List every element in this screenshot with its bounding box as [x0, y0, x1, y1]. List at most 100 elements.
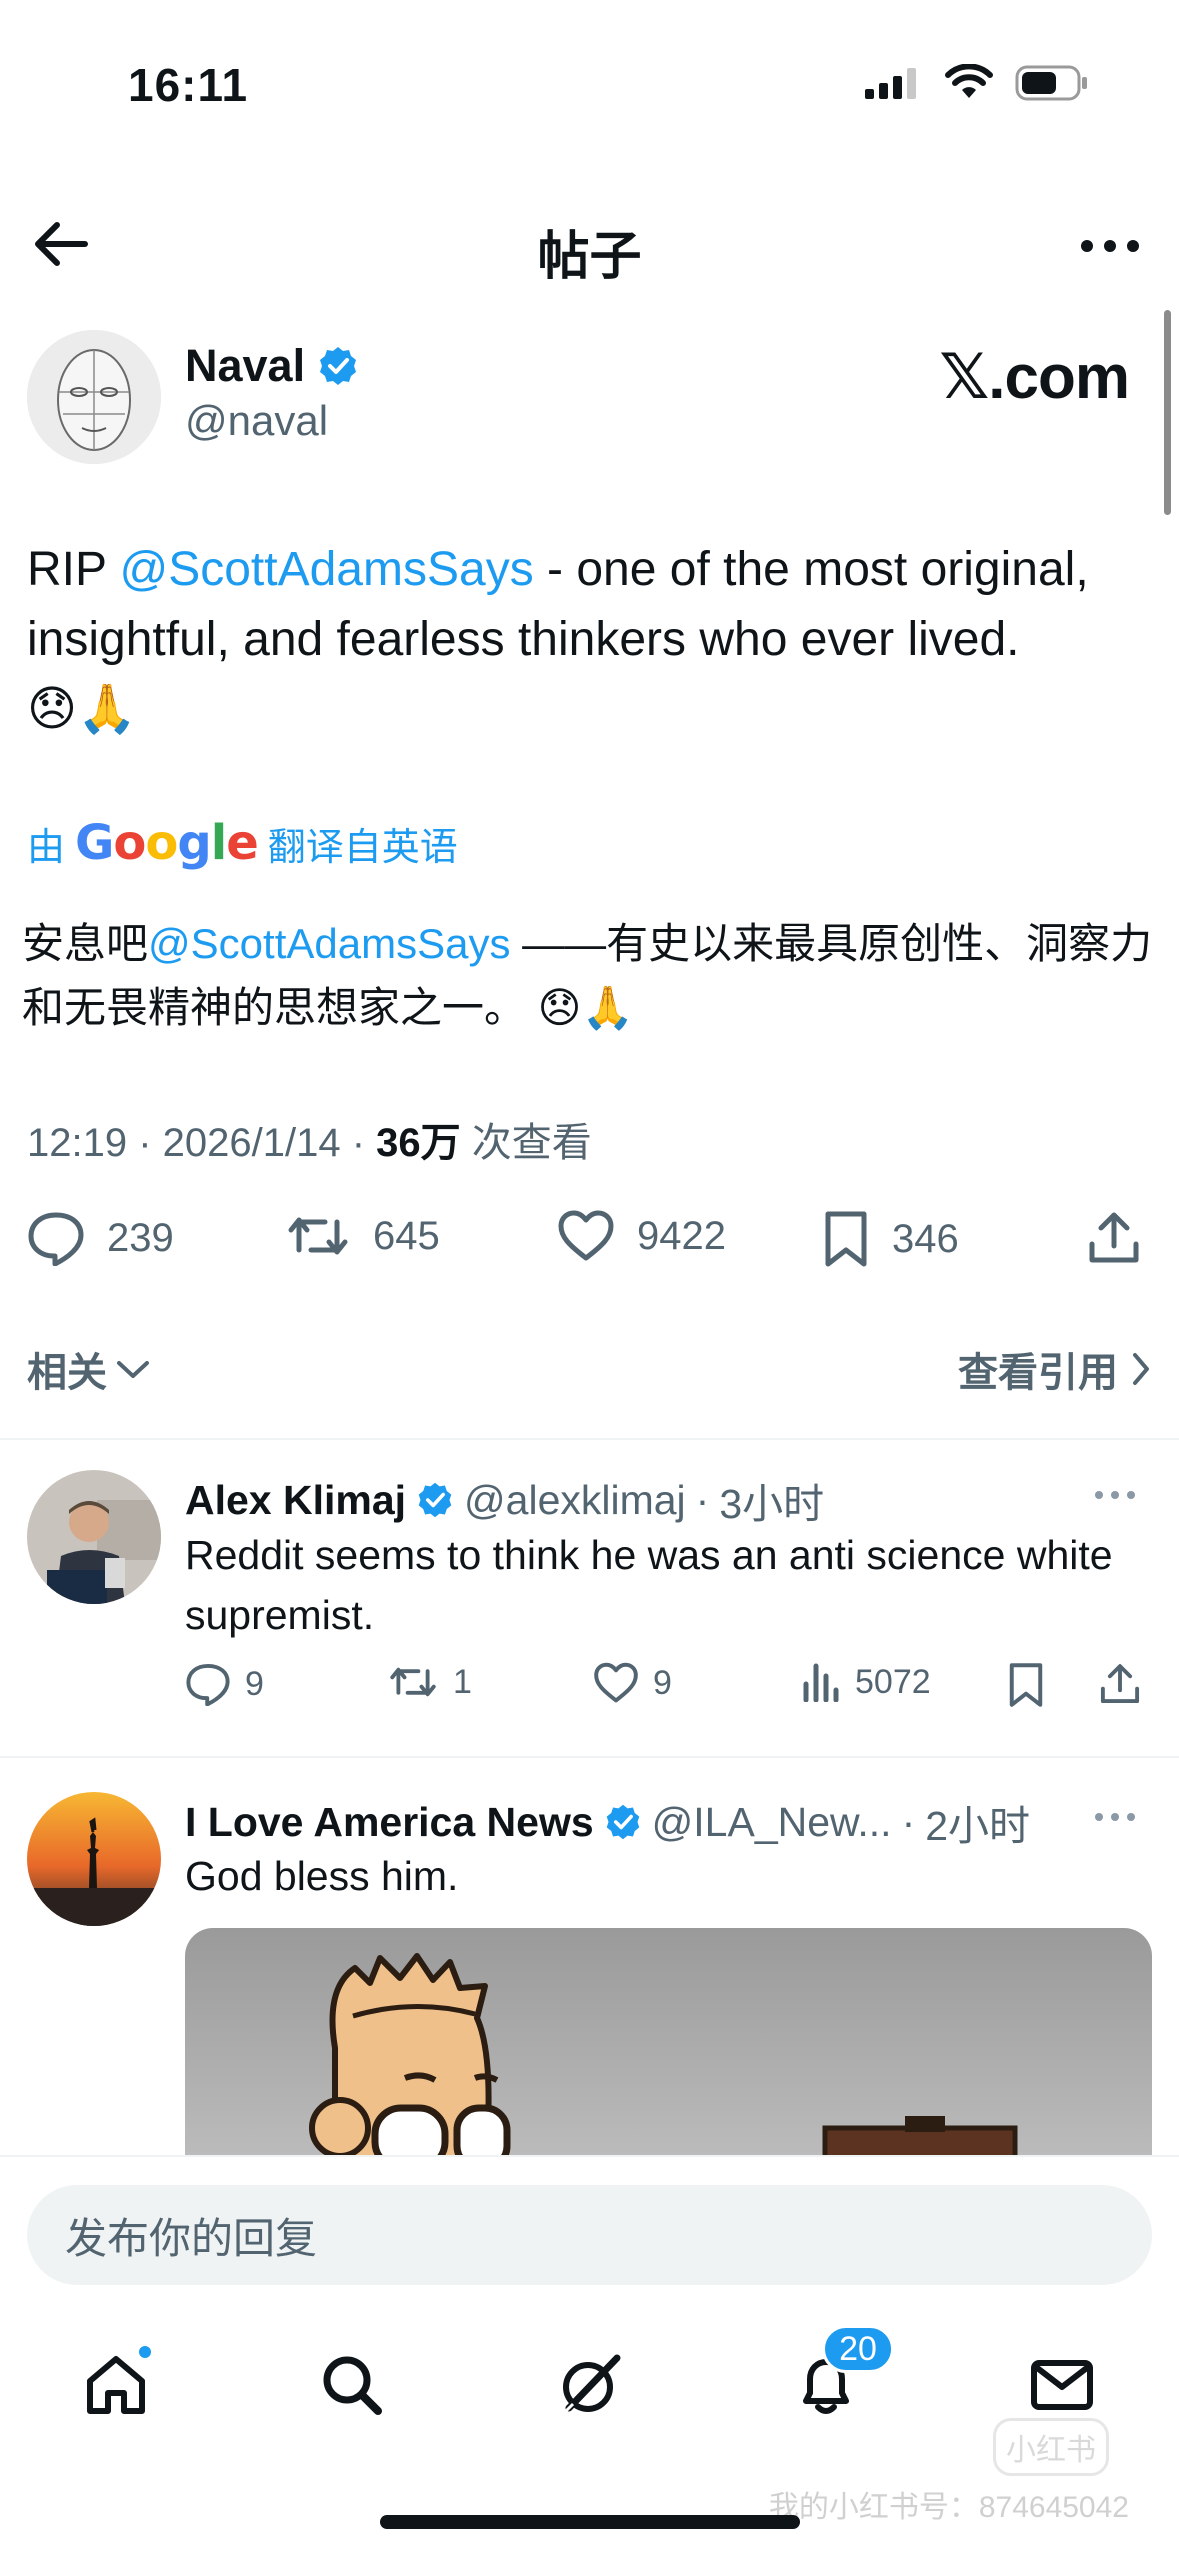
- related-row: 相关 查看引用: [27, 1340, 1152, 1400]
- reply-author-handle[interactable]: @alexklimaj: [464, 1477, 686, 1524]
- notifications-badge: 20: [822, 2325, 894, 2373]
- more-horizontal-icon: [1081, 240, 1139, 252]
- reply-separator: ·: [901, 1798, 916, 1845]
- reply-header: Alex Klimaj @alexklimaj · 3小时: [185, 1470, 824, 1530]
- status-bar: 16:11: [0, 0, 1179, 150]
- reply-repost-action[interactable]: 1: [387, 1662, 472, 1702]
- home-indicator[interactable]: [380, 2515, 800, 2529]
- reply-action[interactable]: 239: [27, 1210, 174, 1266]
- post-views-label: 次查看: [471, 1121, 592, 1165]
- bookmark-icon: [1009, 1663, 1043, 1707]
- author-avatar[interactable]: [27, 330, 161, 464]
- xcom-logo: 𝕏.com: [939, 343, 1130, 412]
- translated-text: 安息吧@ScottAdamsSays ——有史以来最具原创性、洞察力和无畏精神的…: [22, 912, 1162, 1040]
- post-views-count: 36万: [376, 1121, 461, 1165]
- reply-count: 239: [107, 1215, 174, 1260]
- cellular-signal-icon: [865, 68, 916, 99]
- tab-notifications[interactable]: 20: [786, 2325, 894, 2425]
- repost-icon: [288, 1217, 348, 1255]
- status-icons: [863, 64, 1089, 102]
- translate-label: 翻译自英语: [267, 826, 458, 869]
- related-dropdown[interactable]: 相关: [27, 1340, 151, 1398]
- battery-icon: [1015, 65, 1087, 101]
- more-horizontal-icon: [1095, 1813, 1135, 1821]
- reply-views-action[interactable]: 5072: [801, 1662, 931, 1702]
- chevron-down-icon: [117, 1361, 149, 1378]
- page-title: 帖子: [537, 228, 642, 286]
- reply-more-button[interactable]: [1085, 1480, 1145, 1510]
- avatar-statue-of-liberty-image: [27, 1792, 161, 1926]
- reply-author-name[interactable]: I Love America News: [185, 1799, 594, 1846]
- translate-attribution[interactable]: 由 Google 翻译自英语: [27, 815, 458, 871]
- divider: [0, 1438, 1179, 1440]
- tab-search[interactable]: [312, 2345, 392, 2425]
- post-date: 2026/1/14: [162, 1121, 341, 1165]
- reply-icon: [186, 1663, 230, 1706]
- heart-icon: [558, 1210, 614, 1261]
- reply-separator: ·: [695, 1476, 710, 1523]
- bookmark-count: 346: [892, 1216, 959, 1261]
- wifi-icon: [945, 64, 993, 98]
- home-icon: [87, 2356, 145, 2414]
- reply-input[interactable]: 发布你的回复: [27, 2185, 1152, 2285]
- watermark-logo: 小红书: [993, 2418, 1109, 2476]
- tab-home[interactable]: [76, 2343, 156, 2425]
- share-icon: [1089, 1212, 1139, 1263]
- grok-icon: [563, 2354, 621, 2414]
- bookmark-action[interactable]: 346: [822, 1210, 959, 1268]
- verified-badge-icon: [418, 1482, 452, 1518]
- analytics-icon: [803, 1663, 839, 1702]
- reply-avatar[interactable]: [27, 1792, 161, 1926]
- repost-action[interactable]: 645: [285, 1210, 440, 1262]
- share-icon: [1100, 1664, 1140, 1704]
- tweet-emojis: 😞🙏: [27, 683, 137, 736]
- translated-emojis: 😞🙏: [537, 984, 634, 1031]
- like-count: 9422: [637, 1213, 726, 1258]
- reply-composer: 发布你的回复: [0, 2155, 1179, 2305]
- scrollbar[interactable]: [1164, 310, 1171, 515]
- reply-text: God bless him.: [185, 1853, 459, 1899]
- reply-icon: [28, 1212, 84, 1266]
- divider: [0, 1756, 1179, 1758]
- reply-avatar[interactable]: [27, 1470, 161, 1604]
- repost-count: 645: [373, 1213, 440, 1258]
- reply-share-action[interactable]: [1099, 1662, 1141, 1706]
- translated-prefix: 安息吧: [22, 920, 149, 967]
- translated-mention-link[interactable]: @ScottAdamsSays: [148, 920, 510, 967]
- author-name[interactable]: Naval: [185, 340, 305, 392]
- view-quotes-link[interactable]: 查看引用: [958, 1340, 1152, 1398]
- reply-like-count: 9: [653, 1663, 672, 1702]
- tab-grok[interactable]: [550, 2345, 630, 2425]
- reply-author-handle[interactable]: @ILA_New...: [652, 1799, 892, 1846]
- avatar-sketch-image: [27, 330, 161, 464]
- search-icon: [323, 2356, 382, 2415]
- verified-badge-icon: [606, 1804, 639, 1840]
- more-options-button[interactable]: [1075, 216, 1145, 276]
- reply-author-name[interactable]: Alex Klimaj: [185, 1477, 406, 1524]
- watermark-text: 我的小红书号：874645042: [768, 2491, 1129, 2524]
- tweet-text-prefix: RIP: [27, 543, 120, 596]
- like-action[interactable]: 9422: [557, 1210, 726, 1262]
- chevron-right-icon: [1133, 1353, 1149, 1385]
- reply-like-action[interactable]: 9: [593, 1662, 672, 1704]
- reply-time: 2小时: [925, 1803, 1031, 1849]
- reply-media-image[interactable]: [185, 1928, 1152, 2168]
- status-time: 16:11: [128, 59, 249, 111]
- reply-reply-action[interactable]: 9: [185, 1662, 264, 1706]
- tab-messages[interactable]: [1022, 2345, 1102, 2425]
- tweet-mention-link[interactable]: @ScottAdamsSays: [119, 543, 533, 596]
- reply-bookmark-action[interactable]: [1007, 1662, 1045, 1708]
- reply-time: 3小时: [719, 1481, 825, 1527]
- post-meta: 12:19 · 2026/1/14 · 36万 次查看: [27, 1121, 592, 1165]
- share-action[interactable]: [1087, 1210, 1141, 1266]
- reply-more-button[interactable]: [1085, 1802, 1145, 1832]
- reply-reply-count: 9: [245, 1664, 264, 1703]
- mail-icon: [1031, 2360, 1093, 2410]
- author-name-row[interactable]: Naval: [185, 340, 359, 392]
- repost-icon: [390, 1667, 436, 1697]
- post-time: 12:19: [27, 1121, 128, 1165]
- related-label: 相关: [27, 1351, 107, 1395]
- tweet-text: RIP @ScottAdamsSays - one of the most or…: [27, 535, 1162, 745]
- verified-badge-icon: [320, 347, 357, 385]
- author-handle[interactable]: @naval: [185, 397, 328, 445]
